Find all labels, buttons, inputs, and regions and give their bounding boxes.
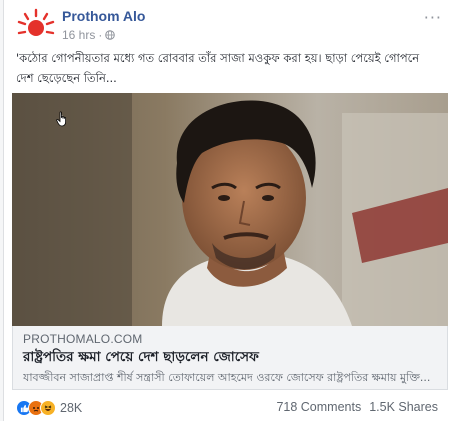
comments-count-link[interactable]: 718 Comments xyxy=(276,400,361,414)
shares-count-link[interactable]: 1.5K Shares xyxy=(369,400,438,414)
engagement-stats: 718 Comments 1.5K Shares xyxy=(276,400,438,414)
link-domain: PROTHOMALO.COM xyxy=(23,332,143,346)
page-logo[interactable] xyxy=(16,6,56,46)
link-preview-image[interactable] xyxy=(12,93,448,326)
meta-separator: · xyxy=(98,28,103,42)
page-name-link[interactable]: Prothom Alo xyxy=(62,8,145,24)
post-header: Prothom Alo 16 hrs · ··· xyxy=(16,6,442,42)
post-meta: 16 hrs · xyxy=(62,28,116,42)
link-description: যাবজ্জীবন সাজাপ্রাপ্ত শীর্ষ সন্ত্রাসী তো… xyxy=(23,371,431,384)
haha-icon xyxy=(40,400,56,416)
link-preview-card[interactable]: PROTHOMALO.COM রাষ্ট্রপতির ক্ষমা পেয়ে দ… xyxy=(12,326,448,390)
reaction-count: 28K xyxy=(60,401,83,415)
post-message: 'কঠোর গোপনীয়তার মধ্যে গত রোববার তাঁর সা… xyxy=(16,51,420,85)
link-title[interactable]: রাষ্ট্রপতির ক্ষমা পেয়ে দেশ ছাড়লেন জোসে… xyxy=(23,346,259,369)
globe-icon[interactable] xyxy=(105,30,116,40)
more-options-icon[interactable]: ··· xyxy=(424,8,442,27)
portrait-photo xyxy=(12,93,448,326)
hand-cursor-icon xyxy=(56,111,66,127)
post-timestamp[interactable]: 16 hrs xyxy=(62,28,95,42)
reactions-summary[interactable]: 28K xyxy=(16,400,82,416)
prothom-alo-sun-logo xyxy=(17,8,55,36)
post-footer: 28K 718 Comments 1.5K Shares xyxy=(16,400,442,420)
left-frame-edge xyxy=(0,0,4,421)
